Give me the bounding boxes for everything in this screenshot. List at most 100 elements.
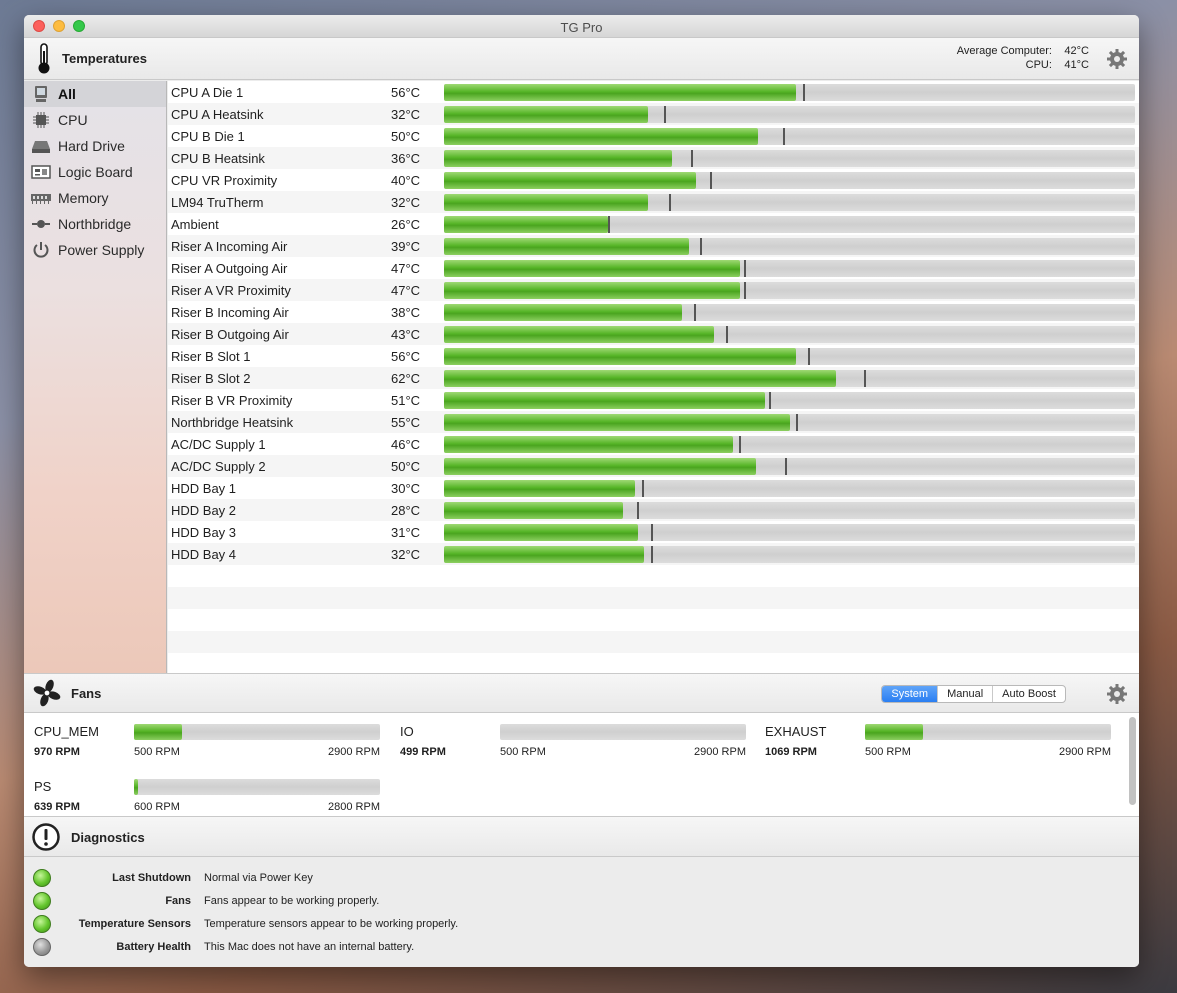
sensor-name: HDD Bay 3: [171, 524, 237, 540]
fan-item: IO 499 RPM 500 RPM 2900 RPM: [390, 713, 750, 763]
temperature-bar: [444, 347, 1135, 365]
fans-header: Fans System Manual Auto Boost: [24, 673, 1139, 713]
sidebar-item-label: All: [58, 86, 76, 102]
temperatures-header: Temperatures Average Computer: 42°C CPU:…: [24, 38, 1139, 80]
sensor-name: AC/DC Supply 2: [171, 458, 266, 474]
sensor-value: 32°C: [391, 106, 421, 122]
max-temperature-marker: [784, 457, 787, 475]
temperature-bar-fill: [444, 523, 639, 541]
northbridge-icon: [30, 215, 52, 233]
sidebar-item-label: Logic Board: [58, 164, 133, 180]
temperature-bar-fill: [444, 501, 623, 519]
sidebar-item-northbridge[interactable]: Northbridge: [24, 211, 166, 237]
temperature-bar: [444, 237, 1135, 255]
sidebar-item-all[interactable]: All: [24, 81, 166, 107]
sensor-category-sidebar: All CPU Hard Drive Logic Board Memory No…: [24, 81, 167, 673]
temperature-bar-fill: [444, 369, 837, 387]
sensor-name: Riser B Slot 1: [171, 348, 251, 364]
max-temperature-marker: [743, 259, 746, 277]
sensor-row[interactable]: Riser B Outgoing Air 43°C: [168, 323, 1139, 345]
temperature-bar: [444, 325, 1135, 343]
temperature-bar-fill: [444, 149, 673, 167]
tg-pro-window: TG Pro Temperatures Average Computer: 42…: [24, 15, 1139, 967]
sensor-row[interactable]: HDD Bay 3 31°C: [168, 521, 1139, 543]
sensor-row[interactable]: Northbridge Heatsink 55°C: [168, 411, 1139, 433]
sensor-row[interactable]: Riser B Slot 2 62°C: [168, 367, 1139, 389]
sensor-value: 56°C: [391, 84, 421, 100]
max-temperature-marker: [864, 369, 867, 387]
temperature-bar: [444, 479, 1135, 497]
sidebar-item-memory[interactable]: Memory: [24, 185, 166, 211]
sidebar-item-power-supply[interactable]: Power Supply: [24, 237, 166, 263]
sidebar-item-label: CPU: [58, 112, 88, 128]
fan-max-rpm: 2900 RPM: [694, 746, 746, 758]
sensor-row[interactable]: Riser A VR Proximity 47°C: [168, 279, 1139, 301]
temperature-bar-fill: [444, 237, 690, 255]
sensor-name: Riser B Outgoing Air: [171, 326, 289, 342]
sensor-row[interactable]: Riser A Incoming Air 39°C: [168, 235, 1139, 257]
sensor-row[interactable]: CPU A Heatsink 32°C: [168, 103, 1139, 125]
temperature-bar: [444, 281, 1135, 299]
diagnostic-text: Normal via Power Key: [204, 871, 313, 884]
max-temperature-marker: [608, 215, 611, 233]
temperature-bar: [444, 171, 1135, 189]
sidebar-item-cpu[interactable]: CPU: [24, 107, 166, 133]
sensor-row[interactable]: Ambient 26°C: [168, 213, 1139, 235]
sensor-value: 31°C: [391, 524, 421, 540]
sensor-row[interactable]: CPU VR Proximity 40°C: [168, 169, 1139, 191]
fan-speed-bar: [500, 724, 746, 740]
sensor-row[interactable]: Riser B VR Proximity 51°C: [168, 389, 1139, 411]
temperatures-gear-icon[interactable]: [1106, 48, 1128, 70]
sensor-row[interactable]: HDD Bay 1 30°C: [168, 477, 1139, 499]
sensor-row[interactable]: Riser B Slot 1 56°C: [168, 345, 1139, 367]
temperatures-panel: All CPU Hard Drive Logic Board Memory No…: [24, 81, 1139, 673]
sensor-value: 32°C: [391, 546, 421, 562]
sensor-name: CPU A Die 1: [171, 84, 244, 100]
max-temperature-marker: [710, 171, 713, 189]
sidebar-item-label: Northbridge: [58, 216, 132, 232]
temperature-bar: [444, 435, 1135, 453]
sensor-value: 50°C: [391, 458, 421, 474]
sensor-row[interactable]: CPU A Die 1 56°C: [168, 81, 1139, 103]
diagnostic-label: Temperature Sensors: [78, 917, 191, 930]
sensor-row[interactable]: HDD Bay 2 28°C: [168, 499, 1139, 521]
mode-system-button[interactable]: System: [882, 686, 938, 702]
mode-auto-boost-button[interactable]: Auto Boost: [992, 686, 1065, 702]
temperature-bar-fill: [444, 105, 648, 123]
sidebar-item-label: Memory: [58, 190, 109, 206]
sensor-row[interactable]: Riser A Outgoing Air 47°C: [168, 257, 1139, 279]
sensor-row[interactable]: Riser B Incoming Air 38°C: [168, 301, 1139, 323]
max-temperature-marker: [783, 127, 786, 145]
fan-max-rpm: 2800 RPM: [328, 801, 380, 813]
sidebar-item-hard-drive[interactable]: Hard Drive: [24, 133, 166, 159]
temperature-bar-fill: [444, 215, 608, 233]
max-temperature-marker: [641, 479, 644, 497]
fans-gear-icon[interactable]: [1106, 683, 1128, 705]
sidebar-item-logic-board[interactable]: Logic Board: [24, 159, 166, 185]
temperature-bar: [444, 523, 1135, 541]
fans-scrollbar[interactable]: [1129, 717, 1136, 805]
sensor-name: HDD Bay 2: [171, 502, 237, 518]
diagnostic-label: Battery Health: [116, 940, 191, 953]
sensor-row[interactable]: LM94 TruTherm 32°C: [168, 191, 1139, 213]
sensor-row[interactable]: HDD Bay 4 32°C: [168, 543, 1139, 565]
fan-speed-bar-fill: [134, 724, 183, 740]
sensor-row[interactable]: CPU B Heatsink 36°C: [168, 147, 1139, 169]
fan-current-rpm: 499 RPM: [400, 746, 446, 758]
cpu-average-label: CPU:: [1025, 59, 1052, 71]
sensor-value: 28°C: [391, 502, 421, 518]
max-temperature-marker: [769, 391, 772, 409]
sensor-value: 40°C: [391, 172, 421, 188]
sensor-row[interactable]: CPU B Die 1 50°C: [168, 125, 1139, 147]
sensor-row[interactable]: AC/DC Supply 2 50°C: [168, 455, 1139, 477]
sensor-value: 51°C: [391, 392, 421, 408]
sensor-row[interactable]: AC/DC Supply 1 46°C: [168, 433, 1139, 455]
average-readout: Average Computer: 42°C CPU: 41°C: [957, 44, 1089, 72]
fan-min-rpm: 500 RPM: [134, 746, 180, 758]
computer-icon: [30, 85, 52, 103]
status-indicator-icon: [33, 914, 51, 933]
sensor-value: 39°C: [391, 238, 421, 254]
diagnostic-text: This Mac does not have an internal batte…: [204, 940, 415, 953]
mode-manual-button[interactable]: Manual: [937, 686, 992, 702]
max-temperature-marker: [637, 501, 640, 519]
